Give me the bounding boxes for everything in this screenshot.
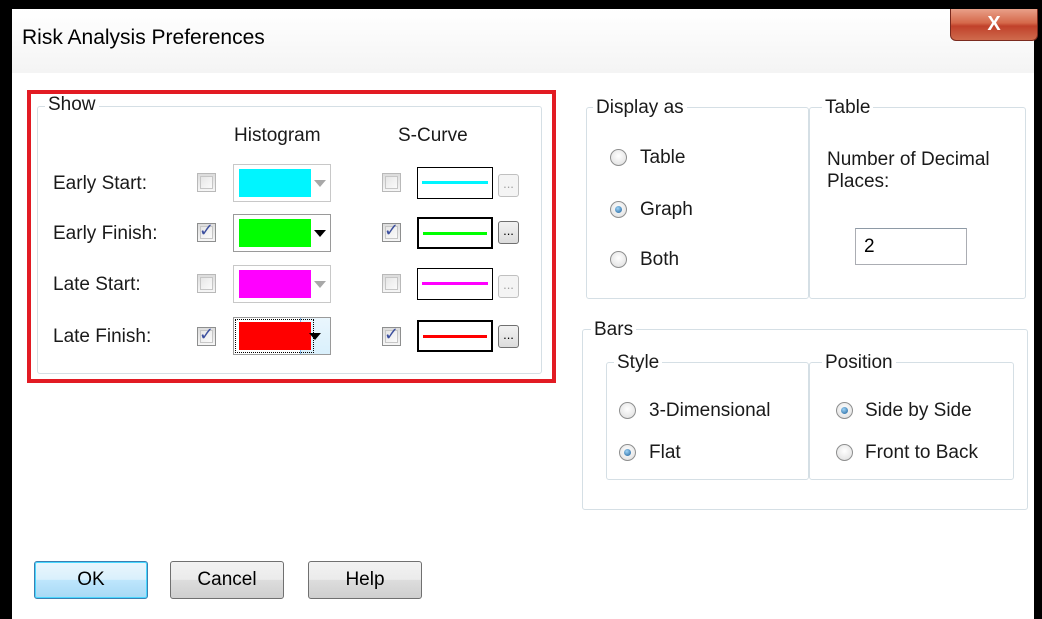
highlight-box (27, 90, 556, 383)
cancel-button[interactable]: Cancel (170, 561, 284, 599)
bar-style-3d-label: 3-Dimensional (649, 400, 771, 421)
bar-style-flat-label: Flat (649, 442, 681, 463)
help-button[interactable]: Help (308, 561, 422, 599)
table-group (809, 107, 1026, 299)
decimal-places-label: Number of Decimal Places: (827, 149, 990, 192)
title-bar: Risk Analysis Preferences X (12, 9, 1038, 73)
bar-style-group-label: Style (614, 352, 663, 374)
bar-position-group-label: Position (822, 352, 896, 374)
close-button[interactable]: X (950, 9, 1038, 41)
close-icon: X (987, 13, 1001, 35)
display-both-radio[interactable] (610, 251, 627, 268)
bar-position-front-label: Front to Back (865, 442, 978, 463)
display-table-radio[interactable] (610, 149, 627, 166)
display-graph-label: Graph (640, 199, 693, 220)
display-both-label: Both (640, 249, 680, 270)
bar-position-side-radio[interactable] (836, 402, 853, 419)
display-table-label: Table (640, 147, 686, 168)
bars-group-label: Bars (591, 319, 637, 341)
display-graph-radio[interactable] (610, 201, 627, 218)
bar-style-3d-radio[interactable] (619, 402, 636, 419)
decimal-places-input[interactable]: 2 (855, 228, 967, 265)
bar-position-side-label: Side by Side (865, 400, 972, 421)
bar-style-flat-radio[interactable] (619, 444, 636, 461)
bar-position-front-radio[interactable] (836, 444, 853, 461)
dialog-body: Show Histogram S-Curve Early Start: ... … (12, 73, 1034, 619)
display-as-group-label: Display as (593, 97, 687, 119)
ok-button[interactable]: OK (34, 561, 148, 599)
dialog-title: Risk Analysis Preferences (22, 26, 265, 49)
table-group-label: Table (822, 97, 874, 119)
